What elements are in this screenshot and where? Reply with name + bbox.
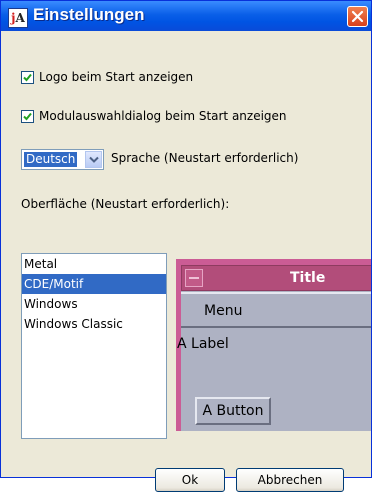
show-module-dialog-checkbox[interactable]: [21, 109, 34, 123]
show-module-dialog-option[interactable]: Modulauswahldialog beim Start anzeigen: [21, 107, 287, 125]
close-button[interactable]: [347, 6, 368, 27]
dialog-body: Logo beim Start anzeigen Modulauswahldia…: [1, 31, 371, 492]
list-item[interactable]: Windows Classic: [22, 314, 166, 334]
chevron-down-icon: [89, 156, 99, 163]
surface-list[interactable]: Metal CDE/Motif Windows Windows Classic: [21, 253, 167, 439]
minimize-icon: [185, 269, 203, 287]
list-item[interactable]: Metal: [22, 254, 166, 274]
close-icon: [351, 10, 364, 23]
language-select[interactable]: Deutsch: [21, 149, 104, 170]
checkmark-icon: [23, 112, 32, 120]
app-icon-letter-a: A: [15, 11, 25, 25]
list-item[interactable]: CDE/Motif: [22, 274, 166, 294]
show-logo-label: Logo beim Start anzeigen: [39, 70, 194, 84]
show-logo-option[interactable]: Logo beim Start anzeigen: [21, 68, 193, 86]
language-label: Sprache (Neustart erforderlich): [111, 151, 299, 165]
preview-content: Menu A Label A Button: [177, 291, 371, 431]
language-dropdown-button[interactable]: [85, 151, 102, 168]
look-and-feel-preview: Title Menu A Label A Button: [176, 259, 371, 431]
list-item[interactable]: Windows: [22, 294, 166, 314]
surface-label: Oberfläche (Neustart erforderlich):: [21, 197, 230, 211]
show-logo-checkbox[interactable]: [21, 70, 34, 84]
language-selected-value: Deutsch: [24, 152, 78, 167]
preview-label: A Label: [177, 336, 229, 352]
preview-menu-bar: Menu: [181, 292, 371, 328]
app-icon: jA: [8, 8, 28, 28]
preview-title: Title: [290, 270, 326, 286]
cancel-button[interactable]: Abbrechen: [236, 468, 344, 492]
window-title: Einstellungen: [33, 5, 145, 24]
preview-button: A Button: [195, 397, 271, 425]
checkmark-icon: [23, 73, 32, 81]
show-module-dialog-label: Modulauswahldialog beim Start anzeigen: [39, 109, 287, 123]
preview-title-bar: Title: [181, 265, 371, 291]
settings-dialog: jA Einstellungen Logo beim Start anzeige…: [0, 0, 372, 492]
ok-button[interactable]: Ok: [155, 468, 225, 492]
preview-menu: Menu: [204, 303, 243, 319]
title-bar[interactable]: jA Einstellungen: [1, 1, 371, 31]
